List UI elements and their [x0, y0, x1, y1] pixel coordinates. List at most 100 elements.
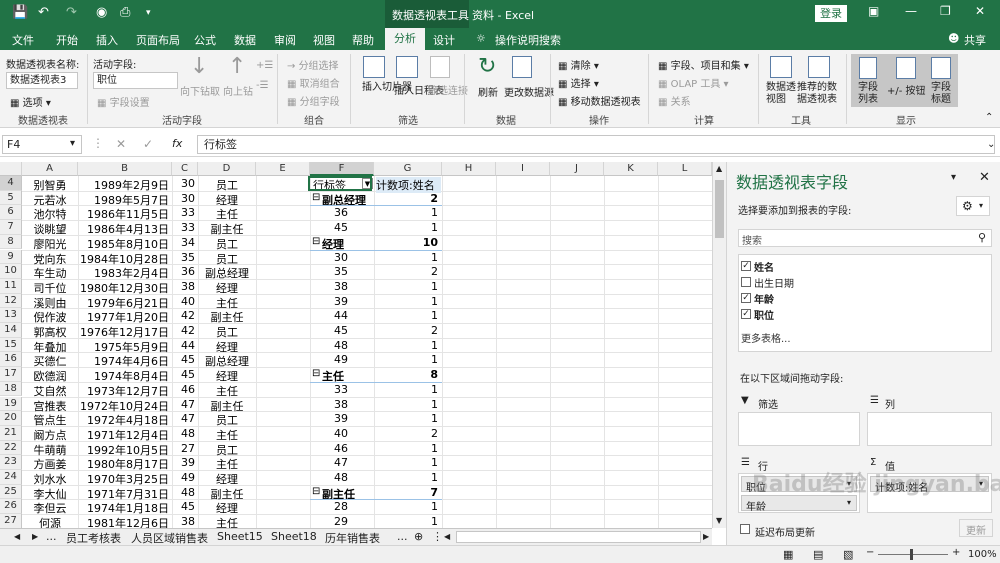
row-header[interactable]: 5	[0, 190, 22, 206]
group-field-button[interactable]: ▦ 分组字段	[287, 93, 340, 108]
expand-formula-icon[interactable]: ⌄	[987, 139, 995, 150]
cell-age[interactable]: 36	[172, 265, 195, 278]
cell-age[interactable]: 39	[172, 456, 195, 469]
cell-birthdate[interactable]: 1972年4月18日	[78, 412, 169, 428]
pivot-group-count[interactable]: 2	[374, 192, 438, 205]
pivot-item-label[interactable]: 49	[310, 353, 348, 366]
cell-birthdate[interactable]: 1980年12月30日	[78, 280, 169, 296]
group-selection-button[interactable]: → 分组选择	[287, 57, 339, 72]
defer-update-checkbox[interactable]	[740, 524, 750, 534]
row-header[interactable]: 9	[0, 249, 22, 265]
pivot-item-count[interactable]: 1	[374, 309, 438, 322]
cell-name[interactable]: 李大仙	[24, 486, 76, 502]
cell-age[interactable]: 45	[172, 500, 195, 513]
zoom-out-icon[interactable]: −	[866, 547, 874, 558]
cell-position[interactable]: 主任	[198, 383, 256, 399]
pane-close-icon[interactable]: ✕	[979, 170, 990, 185]
cell-name[interactable]: 何源	[24, 515, 76, 528]
cell-age[interactable]: 42	[172, 309, 195, 322]
share-button[interactable]: 共享	[964, 32, 986, 48]
active-field-input[interactable]: 职位	[93, 72, 178, 89]
pivot-chart-button[interactable]: 数据透视图	[766, 82, 796, 106]
row-header[interactable]: 17	[0, 367, 22, 382]
cell-birthdate[interactable]: 1983年2月4日	[78, 265, 169, 281]
clear-button[interactable]: ▦ 清除 ▾	[558, 57, 599, 72]
field-label[interactable]: 职位	[754, 307, 774, 322]
cell-birthdate[interactable]: 1981年12月6日	[78, 515, 169, 528]
options-button[interactable]: ▦ 选项 ▾	[10, 94, 51, 109]
cell-birthdate[interactable]: 1976年12月17日	[78, 324, 169, 340]
vertical-scrollbar[interactable]: ▲ ▼	[712, 162, 726, 528]
pivot-item-count[interactable]: 1	[374, 221, 438, 234]
tab-data[interactable]: 数据	[234, 32, 256, 48]
pivot-item-count[interactable]: 1	[374, 353, 438, 366]
cell-age[interactable]: 34	[172, 236, 195, 249]
sheet-tab[interactable]: Sheet18	[271, 530, 317, 543]
zoom-slider[interactable]	[878, 554, 948, 555]
cell-position[interactable]: 副主任	[198, 486, 256, 502]
cell-name[interactable]: 年叠加	[24, 339, 76, 355]
cell-age[interactable]: 42	[172, 324, 195, 337]
cell-name[interactable]: 牛萌萌	[24, 442, 76, 458]
pivot-item-count[interactable]: 1	[374, 471, 438, 484]
cell-birthdate[interactable]: 1974年4月6日	[78, 353, 169, 369]
collapse-icon[interactable]: ⊟	[312, 192, 320, 203]
tab-view[interactable]: 视图	[313, 32, 335, 48]
cell-age[interactable]: 38	[172, 515, 195, 528]
row-header[interactable]: 26	[0, 499, 22, 515]
cell-age[interactable]: 40	[172, 295, 195, 308]
cell-birthdate[interactable]: 1970年3月25日	[78, 471, 169, 487]
cell-name[interactable]: 别智勇	[24, 177, 76, 193]
tab-page-layout[interactable]: 页面布局	[136, 32, 180, 48]
pivot-item-label[interactable]: 46	[310, 442, 348, 455]
field-checkbox[interactable]: ✓	[741, 309, 751, 319]
pivot-item-label[interactable]: 40	[310, 427, 348, 440]
cell-position[interactable]: 员工	[198, 177, 256, 193]
row-header[interactable]: 23	[0, 455, 22, 470]
normal-view-icon[interactable]: ▦	[783, 548, 793, 561]
collapse-icon[interactable]: ⊟	[312, 236, 320, 247]
enter-icon[interactable]: ✓	[143, 137, 153, 151]
print-icon[interactable]: ⎙	[120, 5, 130, 20]
field-list-button[interactable]: 字段列表	[858, 82, 880, 106]
column-header-j[interactable]: J	[550, 162, 604, 176]
cell-position[interactable]: 员工	[198, 324, 256, 340]
filter-drop-area[interactable]	[738, 412, 860, 446]
cell-name[interactable]: 倪作波	[24, 309, 76, 325]
field-label[interactable]: 姓名	[754, 259, 774, 274]
cell-birthdate[interactable]: 1979年6月21日	[78, 295, 169, 311]
cell-name[interactable]: 刘水水	[24, 471, 76, 487]
cell-birthdate[interactable]: 1985年8月10日	[78, 236, 169, 252]
cell-birthdate[interactable]: 1986年4月13日	[78, 221, 169, 237]
sheet-tab[interactable]: 人员区域销售表	[131, 530, 208, 546]
column-header-d[interactable]: D	[198, 162, 256, 176]
tab-analyze[interactable]: 分析	[385, 28, 425, 51]
pivot-group-count[interactable]: 8	[374, 368, 438, 381]
pivot-item-label[interactable]: 36	[310, 206, 348, 219]
columns-drop-area[interactable]	[867, 412, 992, 446]
cell-birthdate[interactable]: 1984年10月28日	[78, 251, 169, 267]
restore-icon[interactable]: ❐	[940, 4, 951, 18]
row-header[interactable]: 16	[0, 352, 22, 368]
ungroup-button[interactable]: ▦ 取消组合	[287, 75, 340, 90]
worksheet-grid[interactable]: ABCDEFGHIJKL 4 别智勇 1989年2月9日 30 员工 行标签 ▼ 计数项:姓名…	[0, 162, 712, 528]
collapse-icon[interactable]: ⊟	[312, 486, 320, 497]
cell-birthdate[interactable]: 1992年10月5日	[78, 442, 169, 458]
move-pivottable-button[interactable]: ▦ 移动数据透视表	[558, 93, 641, 108]
pivot-item-label[interactable]: 45	[310, 324, 348, 337]
collapse-icon[interactable]: ⊟	[312, 368, 320, 379]
pivot-item-label[interactable]: 33	[310, 383, 348, 396]
cell-position[interactable]: 经理	[198, 368, 256, 384]
pivot-item-count[interactable]: 2	[374, 324, 438, 337]
hscroll-right-icon[interactable]: ▶	[703, 532, 711, 542]
pivot-item-count[interactable]: 2	[374, 265, 438, 278]
row-header[interactable]: 19	[0, 396, 22, 412]
cell-position[interactable]: 副主任	[198, 221, 256, 237]
pivot-item-count[interactable]: 1	[374, 500, 438, 513]
cell-age[interactable]: 48	[172, 486, 195, 499]
pivot-item-count[interactable]: 1	[374, 280, 438, 293]
column-header-c[interactable]: C	[172, 162, 198, 176]
cell-name[interactable]: 郭高权	[24, 324, 76, 340]
tell-me-search[interactable]: 操作说明搜索	[495, 32, 561, 48]
sheet-more-right[interactable]: ...	[397, 530, 408, 543]
